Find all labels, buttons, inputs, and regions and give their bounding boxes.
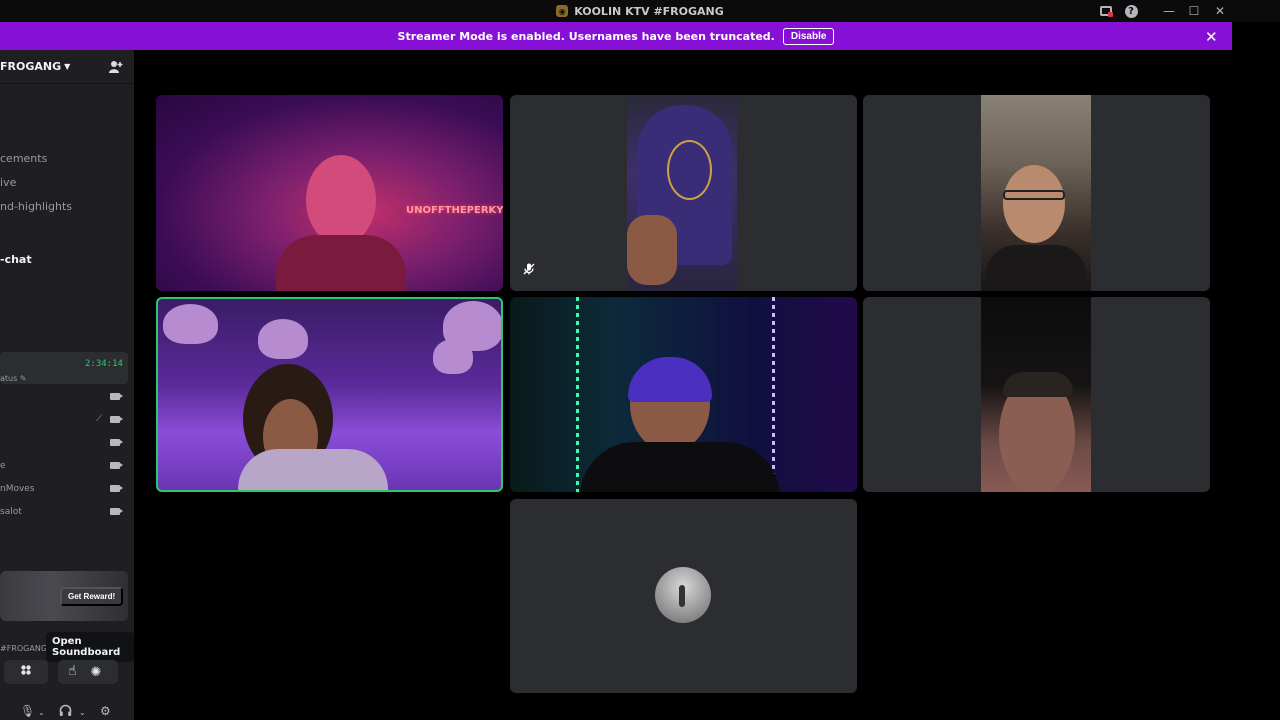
disable-streamer-mode-button[interactable]: Disable xyxy=(782,27,835,45)
led-strip xyxy=(576,297,579,492)
background-mushroom xyxy=(258,319,308,359)
server-header[interactable]: FROGANG ▼ xyxy=(0,50,134,84)
hair xyxy=(1003,372,1073,397)
video-tile[interactable] xyxy=(863,95,1210,291)
activity-icon xyxy=(20,664,32,680)
chevron-down-icon[interactable]: ⌄ xyxy=(79,708,86,717)
participant-body xyxy=(580,442,780,492)
background-mushroom xyxy=(443,301,501,351)
video-tile-avatar[interactable] xyxy=(510,499,857,693)
window-title: ◉ KOOLIN KTV #FROGANG xyxy=(556,5,724,18)
voice-status-text: atus xyxy=(0,374,18,383)
soundboard-tooltip: Open Soundboard xyxy=(46,632,134,662)
help-icon[interactable]: ? xyxy=(1119,0,1143,22)
video-tile[interactable] xyxy=(863,297,1210,492)
mic-muted-icon: ⟋ xyxy=(96,414,103,424)
voice-status[interactable]: atus ✎ xyxy=(0,374,27,383)
maximize-button[interactable]: ☐ xyxy=(1182,0,1206,22)
camera-icon xyxy=(110,462,123,469)
cap xyxy=(628,357,712,402)
channel-live[interactable]: ive xyxy=(0,176,16,189)
reward-card: Get Reward! xyxy=(0,571,128,621)
video-tile[interactable] xyxy=(510,297,857,492)
activity-button[interactable] xyxy=(4,660,48,684)
close-window-button[interactable]: ✕ xyxy=(1208,0,1232,22)
gear-icon[interactable]: ⚙ xyxy=(100,704,111,718)
voice-member[interactable]: nMoves xyxy=(0,482,128,498)
participant-body xyxy=(238,449,388,490)
server-name: FROGANG xyxy=(0,60,62,73)
camera-icon xyxy=(110,508,123,515)
neon-sign: UNOFFTHEPERKY xyxy=(406,205,503,216)
voice-member[interactable]: e xyxy=(0,459,128,475)
avatar xyxy=(655,567,711,623)
video-tile-speaking[interactable] xyxy=(156,297,503,492)
minimize-button[interactable]: — xyxy=(1157,0,1181,22)
close-banner-icon[interactable]: ✕ xyxy=(1205,28,1218,46)
channel-chat[interactable]: -chat xyxy=(0,253,32,266)
channel-highlights[interactable]: nd-highlights xyxy=(0,200,72,213)
voice-member[interactable] xyxy=(0,390,128,406)
voice-member[interactable] xyxy=(0,436,128,452)
mic-muted-icon xyxy=(522,262,540,280)
camera-icon xyxy=(110,416,123,423)
voice-timer: 2:34:14 xyxy=(85,359,123,369)
participant-video xyxy=(306,155,376,245)
background-mushroom xyxy=(163,304,218,344)
face xyxy=(1003,165,1065,243)
participant-body xyxy=(276,235,406,291)
camera-icon xyxy=(110,393,123,400)
voice-server-label: #FROGANG xyxy=(0,644,48,653)
voice-member[interactable]: ⟋ xyxy=(0,413,128,429)
participant-body xyxy=(986,245,1086,291)
voice-connection-panel[interactable]: 2:34:14 atus ✎ xyxy=(0,352,128,384)
voice-member[interactable]: salot xyxy=(0,505,128,521)
participant-video xyxy=(981,297,1091,492)
participant-video xyxy=(627,95,737,291)
mic-icon[interactable]: 🎙 xyxy=(20,704,35,718)
window-title-text: KOOLIN KTV #FROGANG xyxy=(574,4,724,18)
glasses xyxy=(1003,190,1065,200)
app-icon: ◉ xyxy=(556,5,569,17)
title-bar: ◉ KOOLIN KTV #FROGANG xyxy=(0,0,1280,22)
camera-icon xyxy=(110,485,123,492)
led-strip xyxy=(772,297,775,492)
banner-message: Streamer Mode is enabled. Usernames have… xyxy=(397,29,775,43)
open-soundboard-button[interactable]: ✺ xyxy=(58,660,118,684)
channel-announcements[interactable]: cements xyxy=(0,152,47,165)
soundboard-icon: ✺ xyxy=(90,664,102,680)
get-reward-button[interactable]: Get Reward! xyxy=(60,587,124,606)
streamer-mode-banner: Streamer Mode is enabled. Usernames have… xyxy=(0,22,1232,50)
video-tile[interactable] xyxy=(510,95,857,291)
chevron-down-icon: ▼ xyxy=(64,62,71,71)
hand xyxy=(627,215,677,285)
pointer-cursor-icon: ☝ xyxy=(68,663,77,679)
participant-video xyxy=(981,95,1091,291)
pencil-icon: ✎ xyxy=(19,374,27,383)
cap-logo xyxy=(667,140,712,200)
member-name: e xyxy=(0,461,6,471)
camera-icon xyxy=(110,439,123,446)
video-tile[interactable]: UNOFFTHEPERKY xyxy=(156,95,503,291)
headphones-icon[interactable] xyxy=(59,704,72,720)
member-name: nMoves xyxy=(0,484,35,494)
channel-sidebar: FROGANG ▼ cements ive nd-highlights -cha… xyxy=(0,50,134,720)
screen-share-icon[interactable] xyxy=(1094,0,1118,22)
chevron-down-icon[interactable]: ⌄ xyxy=(38,708,45,717)
add-user-icon[interactable] xyxy=(109,60,123,74)
member-name: salot xyxy=(0,507,22,517)
